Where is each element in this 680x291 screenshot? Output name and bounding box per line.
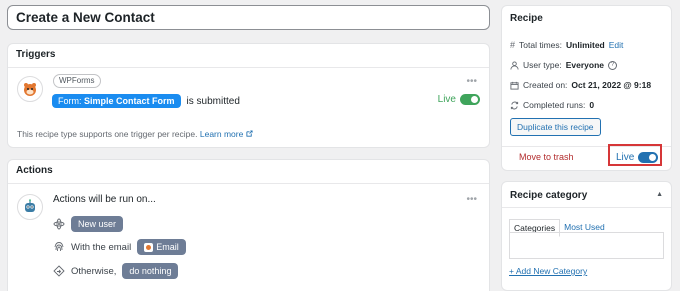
calendar-icon	[510, 81, 519, 90]
email-row-text: With the email	[71, 241, 132, 253]
triggers-panel: Triggers WPForms ••• Form: Simple Contac…	[7, 43, 490, 148]
recipe-heading: Recipe	[510, 13, 543, 24]
diamond-arrow-icon	[53, 265, 65, 277]
actions-intro: Actions will be run on...	[53, 194, 156, 205]
category-list[interactable]	[509, 232, 664, 259]
action-row-email: With the email Email	[53, 239, 186, 255]
new-user-token[interactable]: New user	[71, 216, 124, 232]
recipe-toggle-switch[interactable]	[638, 152, 659, 163]
hash-icon: #	[510, 40, 516, 50]
do-nothing-token[interactable]: do nothing	[122, 263, 179, 279]
wpforms-bear-icon	[17, 76, 43, 102]
trigger-sentence: Form: Simple Contact Form is submitted	[52, 94, 240, 108]
form-token-prefix: Form:	[58, 96, 82, 106]
category-heading: Recipe category	[502, 182, 671, 208]
email-token[interactable]: Email	[137, 239, 186, 255]
trigger-menu-icon[interactable]: •••	[466, 76, 477, 87]
triggers-heading: Triggers	[8, 44, 489, 68]
uncanny-robot-icon	[17, 194, 43, 220]
total-times-edit-link[interactable]: Edit	[609, 40, 624, 50]
email-token-icon	[144, 242, 154, 252]
recipe-title-value: Create a New Contact	[16, 10, 155, 25]
trigger-suffix: is submitted	[186, 95, 240, 107]
recipe-title-input[interactable]: Create a New Contact	[7, 5, 490, 30]
form-token[interactable]: Form: Simple Contact Form	[52, 94, 181, 108]
form-token-value: Simple Contact Form	[84, 96, 175, 106]
created-value: Oct 21, 2022 @ 9:18	[571, 80, 652, 90]
user-icon	[510, 60, 519, 70]
recipe-category-panel: Recipe category ▲ Categories Most Used +…	[501, 181, 672, 291]
duplicate-recipe-button[interactable]: Duplicate this recipe	[510, 118, 601, 136]
user-type-value: Everyone	[565, 60, 605, 70]
fingerprint-icon	[54, 242, 64, 252]
trigger-live-toggle[interactable]: Live	[438, 94, 480, 105]
action-row-new-user: New user	[53, 216, 124, 232]
email-token-label: Email	[156, 242, 179, 252]
recipe-live-label: Live	[616, 152, 635, 163]
total-times-value: Unlimited	[566, 40, 605, 50]
user-type-row: User type: Everyone ?	[510, 60, 618, 70]
external-link-icon	[246, 130, 253, 137]
actions-heading: Actions	[8, 160, 489, 184]
otherwise-text: Otherwise,	[71, 265, 117, 277]
completed-row: Completed runs: 0	[510, 100, 594, 110]
action-menu-icon[interactable]: •••	[466, 194, 477, 205]
recipe-live-toggle[interactable]: Live	[616, 152, 659, 163]
action-row-otherwise: Otherwise, do nothing	[53, 263, 179, 279]
total-times-row: # Total times: Unlimited Edit	[510, 40, 624, 50]
recipe-panel: Recipe # Total times: Unlimited Edit Use…	[501, 5, 672, 171]
help-icon[interactable]: ?	[608, 60, 618, 70]
atom-icon	[53, 218, 65, 230]
trigger-toggle-switch[interactable]	[460, 94, 480, 105]
integration-chip: WPForms	[53, 74, 101, 88]
trigger-live-label: Live	[437, 94, 456, 105]
trigger-note: This recipe type supports one trigger pe…	[17, 129, 253, 139]
trigger-note-text: This recipe type supports one trigger pe…	[17, 129, 198, 139]
collapse-caret-icon[interactable]: ▲	[656, 191, 663, 198]
learn-more-link[interactable]: Learn more	[200, 129, 253, 139]
add-new-category-link[interactable]: + Add New Category	[509, 266, 587, 276]
move-to-trash-link[interactable]: Move to trash	[519, 152, 574, 162]
actions-panel: Actions Actions will be run on... ••• Ne…	[7, 159, 490, 291]
completed-value: 0	[589, 100, 595, 110]
refresh-icon	[510, 101, 519, 109]
created-row: Created on: Oct 21, 2022 @ 9:18	[510, 80, 651, 90]
